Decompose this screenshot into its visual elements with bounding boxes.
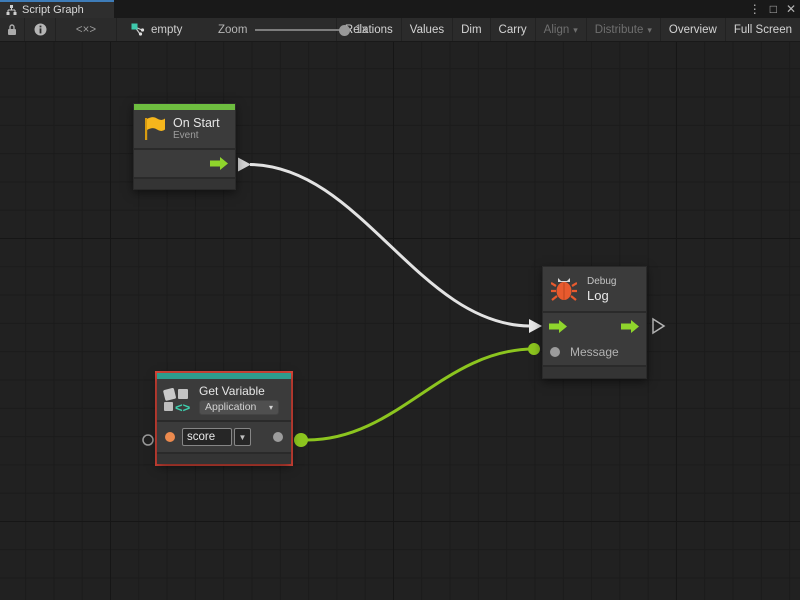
graph-name: empty [151, 24, 182, 36]
svg-text:<>: <> [175, 400, 191, 413]
zoom-slider-handle[interactable] [339, 25, 350, 36]
variable-name-value: score [187, 431, 215, 443]
variable-name-port[interactable] [165, 432, 175, 442]
node-debug-log[interactable]: Debug Log Message [542, 266, 647, 379]
node-footer [157, 454, 291, 464]
node-get-variable[interactable]: <> Get Variable Application ▾ score ▼ [157, 373, 291, 464]
graph-icon [131, 23, 145, 36]
zoom-level: 1x [355, 24, 367, 36]
info-button[interactable] [25, 18, 55, 41]
control-output-port-arrow-icon[interactable] [210, 157, 229, 170]
zoom-label: Zoom [218, 24, 247, 36]
chevron-down-icon: ▾ [647, 25, 652, 36]
align-dropdown-button[interactable]: Align ▾ [536, 18, 586, 41]
port-label: Message [570, 345, 619, 359]
full-screen-button[interactable]: Full Screen [726, 18, 800, 41]
carry-button[interactable]: Carry [491, 18, 535, 41]
values-button[interactable]: Values [402, 18, 452, 41]
title-bar: Script Graph ⋮ □ ✕ [0, 0, 800, 18]
tab-script-graph[interactable]: Script Graph [0, 0, 114, 18]
overview-button[interactable]: Overview [661, 18, 725, 41]
zoom-slider-track [255, 29, 349, 31]
chevron-down-icon: ▼ [239, 433, 247, 442]
close-icon[interactable]: ✕ [786, 0, 796, 18]
variable-scope-value: Application [205, 401, 256, 413]
zoom-slider[interactable] [255, 18, 349, 42]
info-icon [34, 23, 47, 36]
control-output-connector[interactable] [238, 158, 251, 172]
value-input-connector[interactable] [528, 343, 540, 355]
zoom-control: Zoom 1x [218, 18, 368, 42]
variable-scope-dropdown[interactable]: Application ▾ [199, 400, 279, 415]
wire-layer [0, 42, 800, 600]
node-footer [543, 367, 646, 378]
code-icon: <×> [76, 24, 96, 36]
node-title: On Start [173, 116, 220, 130]
control-input-connector[interactable] [529, 319, 542, 333]
distribute-dropdown-button[interactable]: Distribute ▾ [587, 18, 660, 41]
control-input-port-arrow-icon[interactable] [549, 320, 568, 333]
graph-canvas[interactable]: On Start Event Debug Log [0, 42, 800, 600]
node-title: Get Variable [199, 385, 279, 398]
control-output-port-arrow-icon[interactable] [621, 320, 640, 333]
tab-label: Script Graph [22, 4, 84, 16]
variable-name-input[interactable]: score [182, 428, 232, 446]
bug-icon [551, 276, 577, 303]
wire-onstart-to-log[interactable] [250, 165, 529, 327]
graph-hierarchy-icon [6, 5, 17, 16]
lock-icon [6, 23, 18, 36]
node-category: Debug [587, 276, 616, 288]
variable-picker-button[interactable]: ▼ [234, 428, 251, 446]
chevron-down-icon: ▾ [269, 403, 273, 412]
code-preview-button[interactable]: <×> [56, 18, 116, 41]
dim-button[interactable]: Dim [453, 18, 489, 41]
variables-icon: <> [163, 387, 193, 413]
unconnected-value-port-hint[interactable] [143, 435, 153, 445]
node-on-start[interactable]: On Start Event [133, 103, 236, 190]
selection-outline: <> Get Variable Application ▾ score ▼ [155, 371, 293, 466]
lock-button[interactable] [0, 18, 24, 41]
node-subtitle: Event [173, 130, 220, 142]
value-output-connector[interactable] [294, 433, 308, 447]
flag-icon [142, 116, 166, 142]
maximize-icon[interactable]: □ [770, 0, 777, 18]
graph-toolbar: <×> empty Zoom 1x Relations Values Dim C… [0, 18, 800, 42]
node-title: Log [587, 288, 616, 303]
unconnected-control-port-hint[interactable] [653, 319, 664, 333]
variable-value-output-port[interactable] [273, 432, 283, 442]
chevron-down-icon: ▾ [573, 25, 578, 36]
window-menu-icon[interactable]: ⋮ [749, 0, 761, 18]
wire-getvariable-to-message[interactable] [307, 349, 534, 440]
message-value-port[interactable] [550, 347, 560, 357]
node-footer [134, 179, 235, 189]
graph-breadcrumb[interactable]: empty [117, 18, 192, 41]
